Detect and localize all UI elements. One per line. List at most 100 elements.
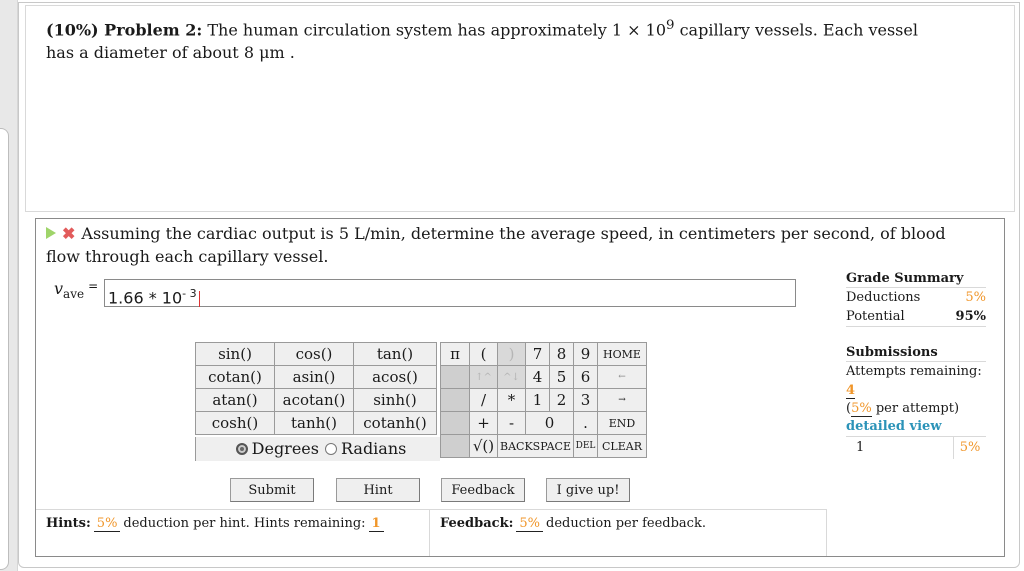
hints-info: Hints: 5% deduction per hint. Hints remain…	[36, 509, 430, 556]
answer-input[interactable]: 1.66 * 10- 3	[104, 279, 796, 307]
answer-label: vave=	[54, 279, 102, 301]
grade-summary-title: Grade Summary	[846, 271, 986, 288]
play-icon[interactable]	[46, 226, 56, 239]
attempts-value: 4	[846, 383, 856, 399]
key-blank-4	[440, 434, 470, 458]
submission-deduction: 5%	[959, 440, 981, 455]
submission-row: 1 5%	[846, 436, 986, 459]
problem-statement-box: (10%) Problem 2: The human circulation s…	[25, 5, 1015, 212]
variable-name: vave	[54, 279, 85, 302]
key-sin[interactable]: sin()	[195, 342, 275, 366]
feedback-label: Feedback:	[440, 516, 514, 531]
feedback-deduction-value: 5%	[516, 516, 544, 532]
potential-row: Potential 95%	[846, 307, 986, 327]
key-3[interactable]: 3	[573, 388, 598, 412]
per-attempt-value: 5%	[851, 401, 872, 417]
deductions-value: 5%	[965, 290, 986, 305]
key-0[interactable]: 0	[525, 411, 574, 435]
problem-exponent: 9	[666, 18, 675, 33]
degrees-radio[interactable]	[235, 442, 248, 455]
key-pi[interactable]: π	[440, 342, 470, 366]
attempts-row: Attempts remaining: 4	[846, 362, 986, 400]
key-7[interactable]: 7	[525, 342, 550, 366]
hint-deduction-value: 5%	[93, 516, 121, 532]
key-home[interactable]: HOME	[597, 342, 647, 366]
degrees-label: Degrees	[251, 439, 319, 458]
key-plus[interactable]: +	[469, 411, 498, 435]
numeric-keypad: π ( ) 7 8 9 HOME ↑^ ^↓ 4 5 6 ← / * 1 2 3…	[440, 342, 647, 458]
answer-exponent: - 3	[182, 287, 197, 300]
key-9[interactable]: 9	[573, 342, 598, 366]
key-left-arrow[interactable]: ←	[597, 365, 647, 389]
key-right-paren[interactable]: )	[497, 342, 526, 366]
key-left-paren[interactable]: (	[469, 342, 498, 366]
key-tan[interactable]: tan()	[353, 342, 437, 366]
answer-value: 1.66 * 10	[108, 288, 183, 308]
key-blank-2	[440, 388, 470, 412]
key-sqrt[interactable]: √()	[469, 434, 498, 458]
key-end[interactable]: END	[597, 411, 647, 435]
key-sinh[interactable]: sinh()	[353, 388, 437, 412]
problem-statement: (10%) Problem 2: The human circulation s…	[46, 14, 946, 64]
key-blank-1	[440, 365, 470, 389]
incorrect-x-icon: ✖	[62, 224, 76, 243]
key-acotan[interactable]: acotan()	[274, 388, 354, 412]
part-question: ✖ Assuming the cardiac output is 5 L/min,…	[46, 222, 966, 268]
left-side-panel-tab[interactable]	[0, 128, 9, 570]
feedback-info: Feedback: 5% deduction per feedback.	[430, 509, 827, 556]
potential-label: Potential	[846, 309, 905, 324]
problem-part-box: ✖ Assuming the cardiac output is 5 L/min,…	[35, 218, 1005, 557]
key-right-arrow[interactable]: →	[597, 388, 647, 412]
hints-label: Hints:	[46, 516, 91, 531]
key-backspace[interactable]: BACKSPACE	[497, 434, 574, 458]
hint-button[interactable]: Hint	[336, 478, 420, 502]
key-superscript-up[interactable]: ↑^	[469, 365, 498, 389]
text-caret	[198, 290, 200, 307]
angle-mode-selector: Degrees Radians	[195, 437, 440, 461]
feedback-button[interactable]: Feedback	[441, 478, 525, 502]
attempts-label: Attempts remaining:	[846, 364, 982, 379]
problem-text-part1: The human circulation system has approxi…	[202, 20, 667, 40]
key-cosh[interactable]: cosh()	[195, 411, 275, 435]
key-del[interactable]: DEL	[573, 434, 598, 458]
key-acos[interactable]: acos()	[353, 365, 437, 389]
key-superscript-down[interactable]: ^↓	[497, 365, 526, 389]
feedback-text: deduction per feedback.	[546, 516, 706, 531]
radians-label: Radians	[340, 439, 407, 458]
key-cotanh[interactable]: cotanh()	[353, 411, 437, 435]
deductions-label: Deductions	[846, 290, 921, 305]
key-blank-3	[440, 411, 470, 435]
deductions-row: Deductions 5%	[846, 288, 986, 307]
key-clear[interactable]: CLEAR	[597, 434, 647, 458]
hints-text: deduction per hint. Hints remaining:	[123, 516, 366, 531]
key-atan[interactable]: atan()	[195, 388, 275, 412]
question-text: Assuming the cardiac output is 5 L/min, …	[46, 224, 946, 266]
submission-number: 1	[846, 437, 954, 459]
potential-value: 95%	[955, 309, 986, 324]
problem-label: (10%) Problem 2:	[46, 20, 203, 40]
key-5[interactable]: 5	[549, 365, 574, 389]
key-tanh[interactable]: tanh()	[274, 411, 354, 435]
give-up-button[interactable]: I give up!	[546, 478, 630, 502]
submit-button[interactable]: Submit	[230, 478, 314, 502]
key-2[interactable]: 2	[549, 388, 574, 412]
key-8[interactable]: 8	[549, 342, 574, 366]
key-minus[interactable]: -	[497, 411, 526, 435]
key-multiply[interactable]: *	[497, 388, 526, 412]
per-attempt-row: (5% per attempt)	[846, 401, 960, 417]
key-cos[interactable]: cos()	[274, 342, 354, 366]
detailed-view-link[interactable]: detailed view	[846, 418, 986, 436]
hints-remaining-value: 1	[368, 516, 384, 532]
key-divide[interactable]: /	[469, 388, 498, 412]
equals-sign: =	[88, 279, 99, 293]
key-1[interactable]: 1	[525, 388, 550, 412]
submissions-title: Submissions	[846, 345, 986, 362]
radians-radio[interactable]	[324, 442, 337, 455]
key-decimal[interactable]: .	[573, 411, 598, 435]
key-4[interactable]: 4	[525, 365, 550, 389]
grade-summary-panel: Grade Summary Deductions 5% Potential 95…	[846, 271, 986, 459]
key-6[interactable]: 6	[573, 365, 598, 389]
key-cotan[interactable]: cotan()	[195, 365, 275, 389]
key-asin[interactable]: asin()	[274, 365, 354, 389]
function-keypad: sin() cos() tan() cotan() asin() acos() …	[195, 342, 437, 435]
